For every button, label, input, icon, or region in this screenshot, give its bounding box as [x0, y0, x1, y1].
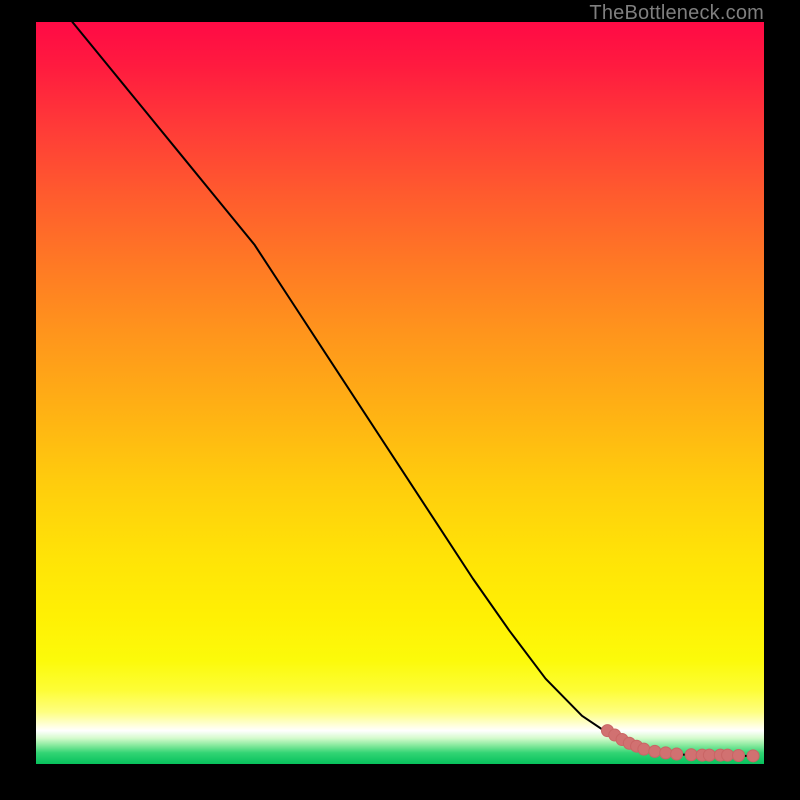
marker-point — [722, 749, 734, 761]
marker-point — [671, 748, 683, 760]
marker-point — [703, 749, 715, 761]
chart-frame: TheBottleneck.com — [0, 0, 800, 800]
chart-svg — [36, 22, 764, 764]
marker-point — [638, 743, 650, 755]
marker-point — [685, 749, 697, 761]
marker-group — [601, 725, 759, 762]
curve-line — [72, 22, 756, 756]
marker-point — [747, 750, 759, 762]
marker-point — [649, 745, 661, 757]
marker-point — [733, 749, 745, 761]
marker-point — [660, 747, 672, 759]
plot-area — [36, 22, 764, 764]
